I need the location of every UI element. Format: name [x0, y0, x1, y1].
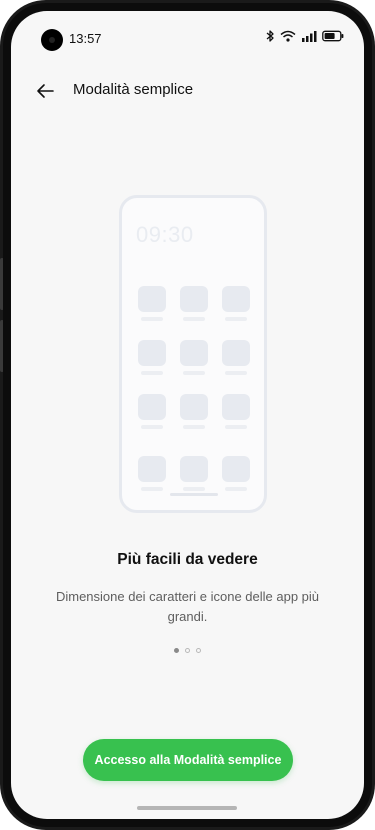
arrow-left-icon — [33, 84, 57, 107]
app-placeholder — [180, 286, 208, 324]
feature-headline: Più facili da vedere — [117, 551, 258, 568]
app-placeholder — [222, 286, 250, 324]
page-dot[interactable] — [185, 648, 190, 653]
page-indicator — [11, 648, 364, 653]
page-dot[interactable] — [196, 648, 201, 653]
status-bar: 13:57 — [11, 11, 364, 51]
phone-illustration: 09:30 — [119, 195, 267, 513]
app-placeholder — [222, 340, 250, 378]
enter-simple-mode-button[interactable]: Accesso alla Modalità semplice — [83, 739, 293, 781]
signal-icon — [301, 29, 317, 47]
app-placeholder — [222, 456, 250, 494]
illustration-clock: 09:30 — [136, 222, 194, 247]
app-placeholder — [138, 340, 166, 378]
phone-frame: 13:57 Modalità semplice 09:30 Più facili… — [0, 0, 375, 830]
app-placeholder — [180, 340, 208, 378]
back-button[interactable] — [33, 79, 57, 103]
front-camera — [41, 29, 63, 51]
app-placeholder — [180, 456, 208, 494]
illustration-home-bar — [170, 493, 218, 496]
screen: 13:57 Modalità semplice 09:30 Più facili… — [11, 11, 364, 819]
status-time: 13:57 — [69, 31, 102, 46]
app-placeholder — [138, 286, 166, 324]
page-dot-active[interactable] — [174, 648, 179, 653]
bluetooth-icon — [265, 29, 275, 47]
app-placeholder — [222, 394, 250, 432]
app-placeholder — [138, 456, 166, 494]
app-placeholder — [138, 394, 166, 432]
page-title: Modalità semplice — [73, 81, 194, 98]
header: Modalità semplice — [11, 73, 364, 109]
wifi-icon — [280, 29, 296, 47]
feature-description: Dimensione dei caratteri e icone delle a… — [55, 589, 320, 624]
battery-icon — [322, 29, 344, 47]
status-icons — [265, 29, 344, 47]
home-indicator[interactable] — [137, 806, 237, 810]
app-placeholder — [180, 394, 208, 432]
